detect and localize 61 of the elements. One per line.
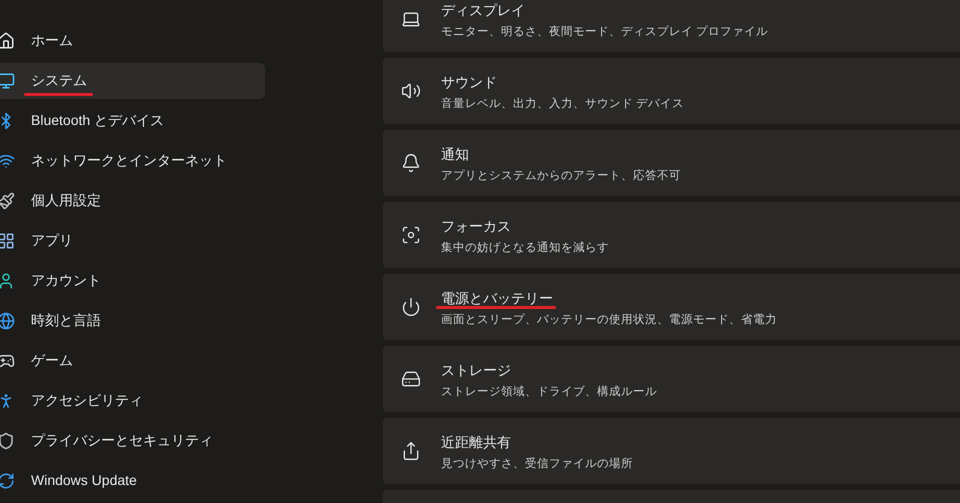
wifi-icon (0, 152, 15, 170)
person-icon (0, 272, 15, 290)
card-title: 近距離共有 (441, 434, 511, 450)
sidebar-item[interactable]: アクセシビリティ (0, 383, 265, 419)
settings-card[interactable]: フォーカス 集中の妨げとなる通知を減らす (383, 202, 960, 268)
settings-card[interactable]: 通知 アプリとシステムからのアラート、応答不可 (383, 130, 960, 196)
globe-icon (0, 312, 15, 330)
card-description: ストレージ領域、ドライブ、構成ルール (441, 384, 657, 400)
sidebar-label: ゲーム (31, 352, 73, 368)
sidebar-item[interactable]: 個人用設定 (0, 183, 265, 219)
sidebar-item[interactable]: アプリ (0, 223, 265, 259)
speaker-icon (401, 81, 421, 101)
sidebar-item[interactable]: プライバシーとセキュリティ (0, 423, 265, 459)
card-description: 見つけやすさ、受信ファイルの場所 (441, 456, 633, 472)
sidebar-item[interactable]: Windows Update (0, 463, 265, 499)
sidebar-label: アクセシビリティ (31, 392, 143, 408)
sidebar-label: システム (31, 72, 87, 88)
sidebar-label: ネットワークとインターネット (31, 152, 227, 168)
apps-icon (0, 232, 15, 250)
brush-icon (0, 192, 15, 210)
card-title: 通知 (441, 146, 469, 162)
sidebar-item[interactable]: Bluetooth とデバイス (0, 103, 265, 139)
settings-card[interactable]: ストレージ ストレージ領域、ドライブ、構成ルール (383, 346, 960, 412)
sidebar-item[interactable]: ネットワークとインターネット (0, 143, 265, 179)
card-title: フォーカス (441, 218, 511, 234)
card-description: 画面とスリープ、バッテリーの使用状況、電源モード、省電力 (441, 312, 777, 328)
card-description: アプリとシステムからのアラート、応答不可 (441, 168, 681, 184)
card-description: モニター、明るさ、夜間モード、ディスプレイ プロファイル (441, 24, 768, 40)
home-icon (0, 32, 15, 50)
sidebar-label: アプリ (31, 232, 73, 248)
sidebar-label: ホーム (31, 32, 73, 48)
storage-icon (401, 369, 421, 389)
refresh-icon (0, 472, 15, 490)
settings-card[interactable]: サウンド 音量レベル、出力、入力、サウンド デバイス (383, 58, 960, 124)
sidebar-label: Windows Update (31, 472, 137, 488)
focus-icon (401, 225, 421, 245)
card-description: 集中の妨げとなる通知を減らす (441, 240, 609, 256)
sidebar-item[interactable]: システム (0, 63, 265, 99)
sidebar-label: Bluetooth とデバイス (31, 112, 164, 128)
shield-icon (0, 432, 15, 450)
settings-card[interactable]: 電源とバッテリー 画面とスリープ、バッテリーの使用状況、電源モード、省電力 (383, 274, 960, 340)
sidebar-item[interactable]: ホーム (0, 23, 265, 59)
power-icon (401, 297, 421, 317)
sidebar-label: アカウント (31, 272, 101, 288)
bell-icon (401, 153, 421, 173)
card-title: 電源とバッテリー (441, 290, 553, 306)
gamepad-icon (0, 352, 15, 370)
monitor-icon (0, 72, 15, 90)
card-title: ディスプレイ (441, 2, 525, 18)
settings-card[interactable]: 近距離共有 見つけやすさ、受信ファイルの場所 (383, 418, 960, 484)
card-title: ストレージ (441, 362, 511, 378)
sidebar-label: 個人用設定 (31, 192, 101, 208)
settings-card[interactable]: ディスプレイ モニター、明るさ、夜間モード、ディスプレイ プロファイル (383, 0, 960, 52)
sidebar-item[interactable]: ゲーム (0, 343, 265, 379)
sidebar-item[interactable]: アカウント (0, 263, 265, 299)
sidebar-label: プライバシーとセキュリティ (31, 432, 213, 448)
sidebar-item[interactable]: 時刻と言語 (0, 303, 265, 339)
card-title: サウンド (441, 74, 497, 90)
share-icon (401, 441, 421, 461)
sidebar-label: 時刻と言語 (31, 312, 101, 328)
card-description: 音量レベル、出力、入力、サウンド デバイス (441, 96, 684, 112)
